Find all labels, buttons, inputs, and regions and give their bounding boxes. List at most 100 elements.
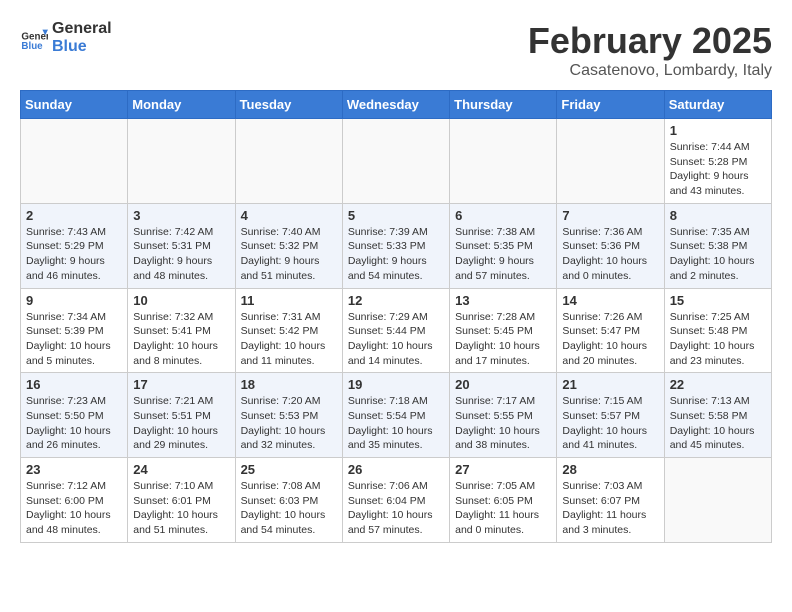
logo-icon: General Blue <box>20 24 48 52</box>
calendar-cell: 19 Sunrise: 7:18 AM Sunset: 5:54 PM Dayli… <box>342 373 449 458</box>
day-info: Sunrise: 7:40 AM Sunset: 5:32 PM Dayligh… <box>241 225 337 284</box>
weekday-header-row: SundayMondayTuesdayWednesdayThursdayFrid… <box>21 91 772 119</box>
day-info: Sunrise: 7:42 AM Sunset: 5:31 PM Dayligh… <box>133 225 229 284</box>
day-info: Sunrise: 7:12 AM Sunset: 6:00 PM Dayligh… <box>26 479 122 538</box>
day-number: 19 <box>348 377 444 392</box>
calendar-cell <box>21 119 128 204</box>
day-number: 10 <box>133 293 229 308</box>
day-number: 18 <box>241 377 337 392</box>
weekday-header-friday: Friday <box>557 91 664 119</box>
day-info: Sunrise: 7:34 AM Sunset: 5:39 PM Dayligh… <box>26 310 122 369</box>
calendar-cell: 23 Sunrise: 7:12 AM Sunset: 6:00 PM Dayli… <box>21 458 128 543</box>
calendar-cell: 11 Sunrise: 7:31 AM Sunset: 5:42 PM Dayli… <box>235 288 342 373</box>
day-info: Sunrise: 7:10 AM Sunset: 6:01 PM Dayligh… <box>133 479 229 538</box>
calendar-cell: 1 Sunrise: 7:44 AM Sunset: 5:28 PM Daylig… <box>664 119 771 204</box>
day-info: Sunrise: 7:17 AM Sunset: 5:55 PM Dayligh… <box>455 394 551 453</box>
day-info: Sunrise: 7:23 AM Sunset: 5:50 PM Dayligh… <box>26 394 122 453</box>
calendar-cell: 26 Sunrise: 7:06 AM Sunset: 6:04 PM Dayli… <box>342 458 449 543</box>
day-info: Sunrise: 7:06 AM Sunset: 6:04 PM Dayligh… <box>348 479 444 538</box>
day-number: 7 <box>562 208 658 223</box>
day-number: 1 <box>670 123 766 138</box>
calendar-cell: 16 Sunrise: 7:23 AM Sunset: 5:50 PM Dayli… <box>21 373 128 458</box>
svg-text:Blue: Blue <box>21 41 43 52</box>
day-info: Sunrise: 7:39 AM Sunset: 5:33 PM Dayligh… <box>348 225 444 284</box>
calendar-cell: 24 Sunrise: 7:10 AM Sunset: 6:01 PM Dayli… <box>128 458 235 543</box>
calendar-cell: 6Sunrise: 7:38 AM Sunset: 5:35 PM Daylig… <box>450 203 557 288</box>
calendar-cell: 27 Sunrise: 7:05 AM Sunset: 6:05 PM Dayli… <box>450 458 557 543</box>
calendar-cell: 28 Sunrise: 7:03 AM Sunset: 6:07 PM Dayli… <box>557 458 664 543</box>
day-number: 21 <box>562 377 658 392</box>
weekday-header-tuesday: Tuesday <box>235 91 342 119</box>
day-number: 16 <box>26 377 122 392</box>
calendar-cell: 3Sunrise: 7:42 AM Sunset: 5:31 PM Daylig… <box>128 203 235 288</box>
calendar-cell: 18 Sunrise: 7:20 AM Sunset: 5:53 PM Dayli… <box>235 373 342 458</box>
logo-blue: Blue <box>52 38 112 56</box>
calendar-cell <box>664 458 771 543</box>
week-row-4: 16 Sunrise: 7:23 AM Sunset: 5:50 PM Dayli… <box>21 373 772 458</box>
weekday-header-wednesday: Wednesday <box>342 91 449 119</box>
calendar-cell: 13 Sunrise: 7:28 AM Sunset: 5:45 PM Dayli… <box>450 288 557 373</box>
week-row-3: 9 Sunrise: 7:34 AM Sunset: 5:39 PM Daylig… <box>21 288 772 373</box>
day-number: 27 <box>455 462 551 477</box>
week-row-1: 1 Sunrise: 7:44 AM Sunset: 5:28 PM Daylig… <box>21 119 772 204</box>
calendar-subtitle: Casatenovo, Lombardy, Italy <box>528 62 772 80</box>
day-info: Sunrise: 7:25 AM Sunset: 5:48 PM Dayligh… <box>670 310 766 369</box>
day-number: 9 <box>26 293 122 308</box>
calendar-cell <box>342 119 449 204</box>
calendar-cell: 21 Sunrise: 7:15 AM Sunset: 5:57 PM Dayli… <box>557 373 664 458</box>
calendar-cell: 2Sunrise: 7:43 AM Sunset: 5:29 PM Daylig… <box>21 203 128 288</box>
calendar-title: February 2025 <box>528 20 772 62</box>
day-info: Sunrise: 7:21 AM Sunset: 5:51 PM Dayligh… <box>133 394 229 453</box>
calendar-cell <box>235 119 342 204</box>
day-number: 28 <box>562 462 658 477</box>
calendar-cell: 17 Sunrise: 7:21 AM Sunset: 5:51 PM Dayli… <box>128 373 235 458</box>
weekday-header-thursday: Thursday <box>450 91 557 119</box>
calendar-cell: 4 Sunrise: 7:40 AM Sunset: 5:32 PM Daylig… <box>235 203 342 288</box>
calendar-cell: 25 Sunrise: 7:08 AM Sunset: 6:03 PM Dayli… <box>235 458 342 543</box>
calendar-cell <box>128 119 235 204</box>
weekday-header-saturday: Saturday <box>664 91 771 119</box>
day-info: Sunrise: 7:26 AM Sunset: 5:47 PM Dayligh… <box>562 310 658 369</box>
day-info: Sunrise: 7:08 AM Sunset: 6:03 PM Dayligh… <box>241 479 337 538</box>
calendar-cell: 12Sunrise: 7:29 AM Sunset: 5:44 PM Dayli… <box>342 288 449 373</box>
day-info: Sunrise: 7:13 AM Sunset: 5:58 PM Dayligh… <box>670 394 766 453</box>
week-row-5: 23 Sunrise: 7:12 AM Sunset: 6:00 PM Dayli… <box>21 458 772 543</box>
day-info: Sunrise: 7:28 AM Sunset: 5:45 PM Dayligh… <box>455 310 551 369</box>
day-number: 15 <box>670 293 766 308</box>
day-info: Sunrise: 7:31 AM Sunset: 5:42 PM Dayligh… <box>241 310 337 369</box>
day-info: Sunrise: 7:20 AM Sunset: 5:53 PM Dayligh… <box>241 394 337 453</box>
calendar-cell: 22 Sunrise: 7:13 AM Sunset: 5:58 PM Dayli… <box>664 373 771 458</box>
day-number: 13 <box>455 293 551 308</box>
day-info: Sunrise: 7:38 AM Sunset: 5:35 PM Dayligh… <box>455 225 551 284</box>
day-number: 12 <box>348 293 444 308</box>
day-number: 11 <box>241 293 337 308</box>
day-number: 23 <box>26 462 122 477</box>
calendar-cell: 15 Sunrise: 7:25 AM Sunset: 5:48 PM Dayli… <box>664 288 771 373</box>
day-info: Sunrise: 7:32 AM Sunset: 5:41 PM Dayligh… <box>133 310 229 369</box>
day-number: 4 <box>241 208 337 223</box>
calendar-table: SundayMondayTuesdayWednesdayThursdayFrid… <box>20 90 772 543</box>
day-info: Sunrise: 7:36 AM Sunset: 5:36 PM Dayligh… <box>562 225 658 284</box>
day-info: Sunrise: 7:03 AM Sunset: 6:07 PM Dayligh… <box>562 479 658 538</box>
calendar-cell: 14 Sunrise: 7:26 AM Sunset: 5:47 PM Dayli… <box>557 288 664 373</box>
day-number: 22 <box>670 377 766 392</box>
day-number: 14 <box>562 293 658 308</box>
day-number: 8 <box>670 208 766 223</box>
calendar-cell <box>557 119 664 204</box>
day-number: 24 <box>133 462 229 477</box>
day-info: Sunrise: 7:18 AM Sunset: 5:54 PM Dayligh… <box>348 394 444 453</box>
day-number: 25 <box>241 462 337 477</box>
day-info: Sunrise: 7:15 AM Sunset: 5:57 PM Dayligh… <box>562 394 658 453</box>
page-header: General Blue General Blue February 2025 … <box>20 20 772 80</box>
logo-general: General <box>52 20 112 38</box>
day-number: 17 <box>133 377 229 392</box>
day-info: Sunrise: 7:35 AM Sunset: 5:38 PM Dayligh… <box>670 225 766 284</box>
day-info: Sunrise: 7:44 AM Sunset: 5:28 PM Dayligh… <box>670 140 766 199</box>
weekday-header-sunday: Sunday <box>21 91 128 119</box>
day-number: 26 <box>348 462 444 477</box>
day-number: 20 <box>455 377 551 392</box>
day-number: 5 <box>348 208 444 223</box>
calendar-cell: 9 Sunrise: 7:34 AM Sunset: 5:39 PM Daylig… <box>21 288 128 373</box>
day-info: Sunrise: 7:05 AM Sunset: 6:05 PM Dayligh… <box>455 479 551 538</box>
day-number: 2 <box>26 208 122 223</box>
